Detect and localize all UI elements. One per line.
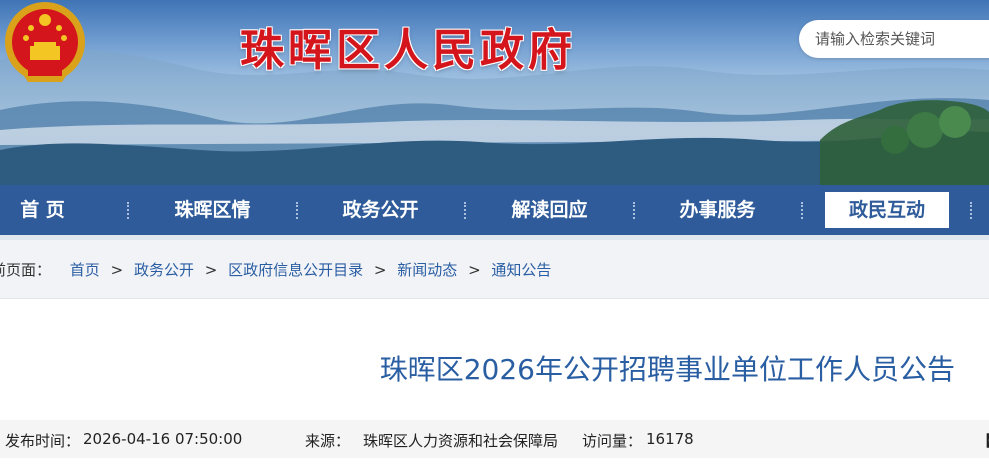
font-size-bracket[interactable]: 【 xyxy=(977,430,989,451)
breadcrumb-link-news[interactable]: 新闻动态 xyxy=(397,261,457,279)
nav-separator xyxy=(296,202,298,219)
breadcrumb-label: 前页面： xyxy=(0,261,52,279)
publish-time-label: 发布时间： xyxy=(5,432,81,450)
nav-separator xyxy=(801,202,803,219)
breadcrumb: 前页面： 首页 > 政务公开 > 区政府信息公开目录 > 新闻动态 > 通知公告 xyxy=(0,240,989,299)
nav-item-interaction[interactable]: 政民互动 xyxy=(825,192,949,228)
nav-separator xyxy=(633,202,635,219)
breadcrumb-link-info-catalog[interactable]: 区政府信息公开目录 xyxy=(228,261,363,279)
breadcrumb-separator: > xyxy=(204,261,218,279)
source-label: 来源： xyxy=(305,432,351,450)
breadcrumb-separator: > xyxy=(468,261,481,279)
views-label: 访问量： xyxy=(582,432,643,450)
nav-item-services[interactable]: 办事服务 xyxy=(655,192,780,228)
main-nav: 首 页 珠晖区情 政务公开 解读回应 办事服务 政民互动 xyxy=(0,185,989,240)
breadcrumb-link-government-affairs[interactable]: 政务公开 xyxy=(134,261,194,279)
national-emblem-icon xyxy=(5,2,85,82)
nav-item-interpretation[interactable]: 解读回应 xyxy=(487,192,612,228)
views-value: 16178 xyxy=(646,430,694,448)
nav-item-home[interactable]: 首 页 xyxy=(0,192,85,228)
publish-time-value: 2026-04-16 07:50:00 xyxy=(83,430,243,448)
source-value: 珠晖区人力资源和社会保障局 xyxy=(363,432,559,450)
article-meta-bar: 发布时间： 2026-04-16 07:50:00 来源： 珠晖区人力资源和社会… xyxy=(0,420,989,458)
breadcrumb-separator: > xyxy=(110,261,124,279)
nav-separator xyxy=(464,202,466,219)
nav-separator xyxy=(970,202,972,219)
nav-item-district-info[interactable]: 珠晖区情 xyxy=(150,192,275,228)
nav-item-government-affairs[interactable]: 政务公开 xyxy=(318,192,443,228)
search-input[interactable] xyxy=(815,29,985,49)
site-title: 珠晖区人民政府 xyxy=(240,25,576,76)
header-banner: 珠晖区人民政府 xyxy=(0,0,989,185)
breadcrumb-separator: > xyxy=(373,261,387,279)
breadcrumb-link-home[interactable]: 首页 xyxy=(70,261,100,279)
nav-separator xyxy=(127,202,129,219)
breadcrumb-link-notices[interactable]: 通知公告 xyxy=(491,261,551,279)
article-title: 珠晖区2026年公开招聘事业单位工作人员公告 xyxy=(379,353,955,386)
search-box[interactable] xyxy=(799,20,989,58)
